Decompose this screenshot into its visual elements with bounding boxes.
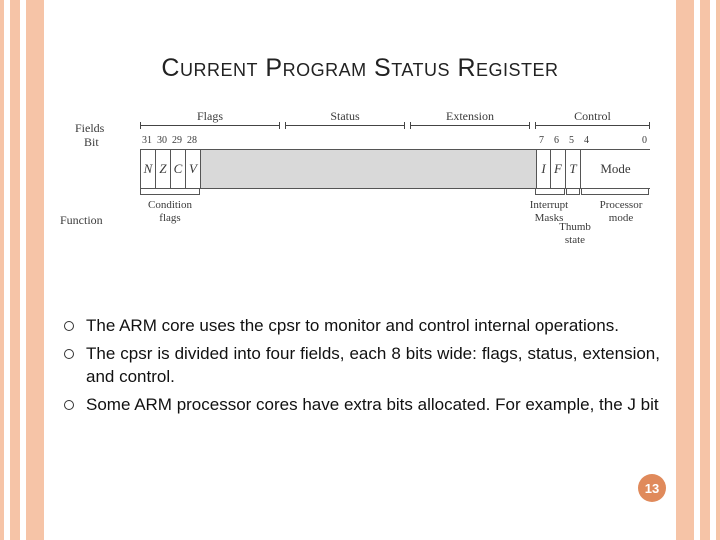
function-row-label: Function — [60, 213, 103, 228]
bit-4: 4 — [584, 135, 589, 146]
label-thumb: Thumb state — [555, 221, 595, 247]
decor-stripe — [0, 0, 4, 540]
fields-row-label: Fields — [75, 121, 104, 136]
slide-content: Current Program Status Register Fields B… — [60, 0, 660, 540]
bit-5: 5 — [569, 135, 574, 146]
label-processor: Processor mode — [590, 199, 652, 225]
bit-30: 30 — [157, 135, 167, 146]
ctrl-t-cell: T — [566, 150, 581, 188]
flag-z-cell: Z — [156, 150, 171, 188]
cpsr-diagram: Fields Bit Function Flags Status Extensi… — [60, 121, 660, 291]
bit-0: 0 — [642, 135, 647, 146]
brace-processor — [581, 189, 649, 195]
ctrl-i-cell: I — [536, 150, 551, 188]
range-extension: Extension — [410, 125, 530, 126]
register-body: N Z C V I F T Mode — [140, 149, 650, 189]
range-flags: Flags — [140, 125, 280, 126]
bit-28: 28 — [187, 135, 197, 146]
mode-cell: Mode — [581, 150, 650, 188]
bullet-list: The ARM core uses the cpsr to monitor an… — [60, 315, 660, 417]
flag-c-cell: C — [171, 150, 186, 188]
page-number-badge: 13 — [638, 474, 666, 502]
bit-6: 6 — [554, 135, 559, 146]
bit-31: 31 — [142, 135, 152, 146]
brace-thumb — [566, 189, 580, 195]
bullet-item: The cpsr is divided into four fields, ea… — [60, 343, 660, 388]
bit-29: 29 — [172, 135, 182, 146]
decor-stripe — [700, 0, 710, 540]
range-control: Control — [535, 125, 650, 126]
bit-row-label: Bit — [84, 135, 99, 150]
brace-condition — [140, 189, 200, 195]
bullet-item: The ARM core uses the cpsr to monitor an… — [60, 315, 660, 337]
bullet-item: Some ARM processor cores have extra bits… — [60, 394, 660, 416]
range-status: Status — [285, 125, 405, 126]
decor-stripe — [26, 0, 44, 540]
slide-title: Current Program Status Register — [60, 54, 660, 83]
bit-7: 7 — [539, 135, 544, 146]
label-condition: Condition flags — [140, 199, 200, 225]
brace-interrupt — [535, 189, 565, 195]
flag-n-cell: N — [141, 150, 156, 188]
decor-stripe — [10, 0, 20, 540]
decor-stripe — [716, 0, 720, 540]
decor-stripe — [676, 0, 694, 540]
flag-v-cell: V — [186, 150, 201, 188]
ctrl-f-cell: F — [551, 150, 566, 188]
